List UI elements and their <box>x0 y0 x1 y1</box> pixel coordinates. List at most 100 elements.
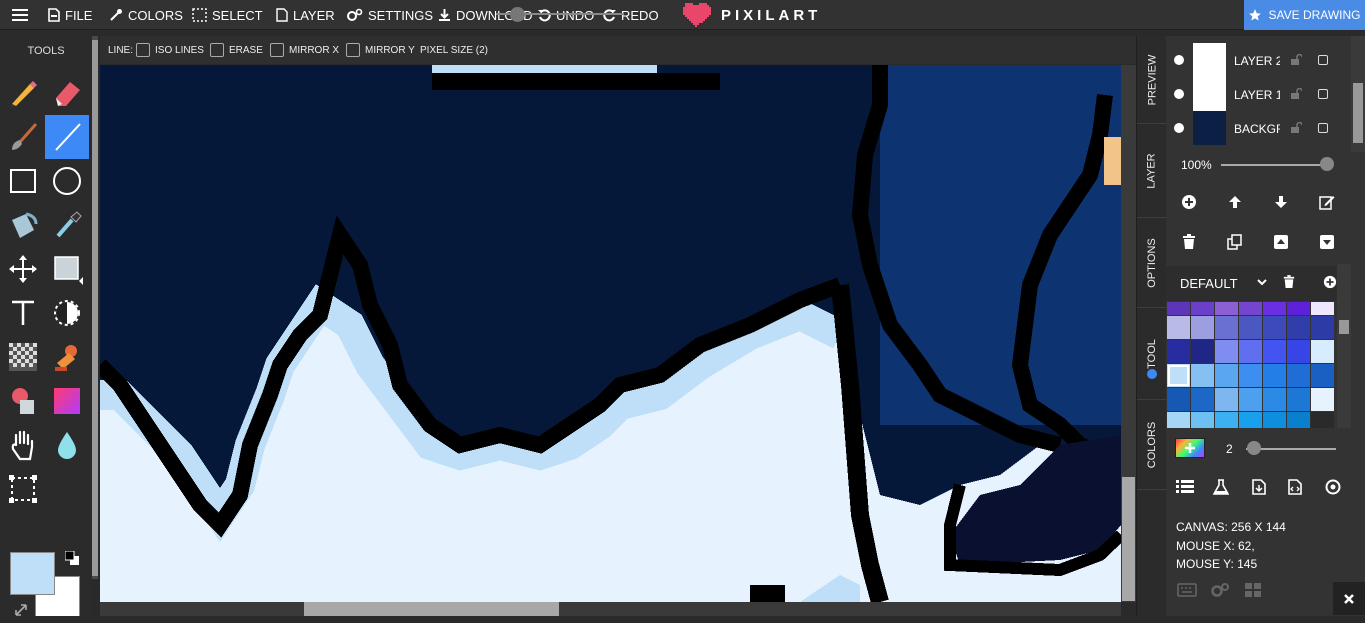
layers-scrollbar-thumb[interactable] <box>1353 83 1363 143</box>
color-replace-tool[interactable] <box>1 379 45 423</box>
color-swatch[interactable] <box>1263 340 1286 363</box>
import-palette-button[interactable] <box>1249 477 1269 497</box>
color-swatch[interactable] <box>1191 340 1214 363</box>
layer-row[interactable]: LAYER 22 <box>1166 43 1351 77</box>
layer-visibility-dot[interactable] <box>1174 123 1184 133</box>
export-palette-button[interactable] <box>1285 477 1305 497</box>
color-swatch[interactable] <box>1311 340 1334 363</box>
pencil-tool[interactable] <box>1 71 45 115</box>
brush-size-slider-knob[interactable] <box>1247 441 1261 455</box>
brush-tool[interactable] <box>1 115 45 159</box>
tools-scrollbar-thumb[interactable] <box>92 40 98 576</box>
unlock-icon[interactable] <box>1290 54 1302 65</box>
flask-button[interactable] <box>1211 477 1231 497</box>
color-swatch[interactable] <box>1167 364 1190 387</box>
move-tool[interactable] <box>1 247 45 291</box>
tab-tool[interactable]: TOOL <box>1137 308 1167 400</box>
layer-select-checkbox[interactable] <box>1318 123 1328 133</box>
canvas-vertical-scroll-thumb[interactable] <box>1122 477 1135 601</box>
color-swatch[interactable] <box>1311 364 1334 387</box>
color-swatch[interactable] <box>1239 388 1262 411</box>
advanced-settings-button[interactable] <box>1210 580 1230 600</box>
tab-options[interactable]: OPTIONS <box>1137 218 1167 308</box>
stamp-tool[interactable] <box>45 335 89 379</box>
color-swatch[interactable] <box>1287 364 1310 387</box>
palette-scrollbar[interactable] <box>1337 264 1351 428</box>
palette-name-select[interactable]: DEFAULT <box>1180 276 1238 291</box>
color-swatch[interactable] <box>1215 364 1238 387</box>
color-swatch[interactable] <box>1263 412 1286 428</box>
grid-view-button[interactable] <box>1243 580 1263 600</box>
color-swatch[interactable] <box>1287 302 1310 315</box>
gradient-tool[interactable] <box>45 379 89 423</box>
primary-color-swatch[interactable] <box>10 552 55 595</box>
color-swatch[interactable] <box>1287 316 1310 339</box>
file-menu-button[interactable]: FILE <box>48 0 92 30</box>
color-swatch[interactable] <box>1167 316 1190 339</box>
color-swatch[interactable] <box>1239 412 1262 428</box>
dither-tool[interactable] <box>45 291 89 335</box>
layer-select-checkbox[interactable] <box>1318 55 1328 65</box>
color-swatch[interactable] <box>1263 364 1286 387</box>
line-tool[interactable] <box>45 115 89 159</box>
redo-button[interactable]: REDO <box>603 0 659 30</box>
layer-opacity-slider-knob[interactable] <box>1320 157 1334 171</box>
color-swatch[interactable] <box>1263 316 1286 339</box>
drawing-canvas[interactable] <box>100 65 1121 602</box>
add-layer-button[interactable] <box>1179 192 1199 212</box>
color-swatch[interactable] <box>1239 340 1262 363</box>
color-swatch[interactable] <box>1215 388 1238 411</box>
save-drawing-button[interactable]: SAVE DRAWING <box>1244 0 1365 30</box>
erase-checkbox[interactable] <box>210 43 224 57</box>
color-swatch[interactable] <box>1215 340 1238 363</box>
duplicate-layer-button[interactable] <box>1225 232 1245 252</box>
color-swatch[interactable] <box>1191 388 1214 411</box>
canvas-horizontal-scrollbar[interactable] <box>100 602 1121 616</box>
colors-menu-button[interactable]: COLORS <box>109 0 183 30</box>
list-view-button[interactable] <box>1175 477 1195 497</box>
color-swatch[interactable] <box>1311 302 1334 315</box>
color-swatch[interactable] <box>1191 302 1214 315</box>
color-swatch[interactable] <box>1263 302 1286 315</box>
layer-row[interactable]: BACKGROUND <box>1166 111 1351 145</box>
shape-fill-tool[interactable] <box>45 247 89 291</box>
tab-colors[interactable]: COLORS <box>1137 400 1167 490</box>
undo-button[interactable]: UNDO <box>538 0 594 30</box>
color-swatch[interactable] <box>1239 316 1262 339</box>
color-swatch[interactable] <box>1311 388 1334 411</box>
eraser-tool[interactable] <box>45 71 89 115</box>
color-swatch[interactable] <box>1239 302 1262 315</box>
layer-visibility-dot[interactable] <box>1174 55 1184 65</box>
color-swatch[interactable] <box>1167 412 1190 428</box>
eyedropper-tool[interactable] <box>45 203 89 247</box>
layers-scrollbar[interactable] <box>1351 36 1365 152</box>
color-swatch[interactable] <box>1191 364 1214 387</box>
tab-layer[interactable]: LAYER <box>1137 124 1167 218</box>
pixilart-logo[interactable]: PIXILART <box>681 3 821 27</box>
tab-preview[interactable]: PREVIEW <box>1137 36 1167 124</box>
layer-visibility-dot[interactable] <box>1174 89 1184 99</box>
bucket-tool[interactable] <box>1 203 45 247</box>
swap-colors-icon[interactable] <box>14 603 28 617</box>
color-swatch[interactable] <box>1215 412 1238 428</box>
select-menu-button[interactable]: SELECT <box>192 0 263 30</box>
layer-menu-button[interactable]: LAYER <box>276 0 335 30</box>
edit-layer-button[interactable] <box>1317 192 1337 212</box>
unlock-icon[interactable] <box>1290 122 1302 133</box>
color-swatch[interactable] <box>1215 302 1238 315</box>
color-swatch[interactable] <box>1311 412 1334 428</box>
trash-icon[interactable] <box>1283 275 1295 289</box>
settings-menu-button[interactable]: SETTINGS <box>347 0 433 30</box>
move-layer-up-button[interactable] <box>1225 192 1245 212</box>
rectangle-tool[interactable] <box>1 159 45 203</box>
color-swatch[interactable] <box>1167 340 1190 363</box>
target-button[interactable] <box>1323 477 1343 497</box>
delete-layer-button[interactable] <box>1179 232 1199 252</box>
color-swatch[interactable] <box>1167 388 1190 411</box>
mirror-x-checkbox[interactable] <box>270 43 284 57</box>
palette-scrollbar-thumb[interactable] <box>1339 320 1349 334</box>
color-swatch[interactable] <box>1287 340 1310 363</box>
iso-lines-checkbox[interactable] <box>136 43 150 57</box>
color-swatch[interactable] <box>1191 316 1214 339</box>
color-swatch[interactable] <box>1263 388 1286 411</box>
